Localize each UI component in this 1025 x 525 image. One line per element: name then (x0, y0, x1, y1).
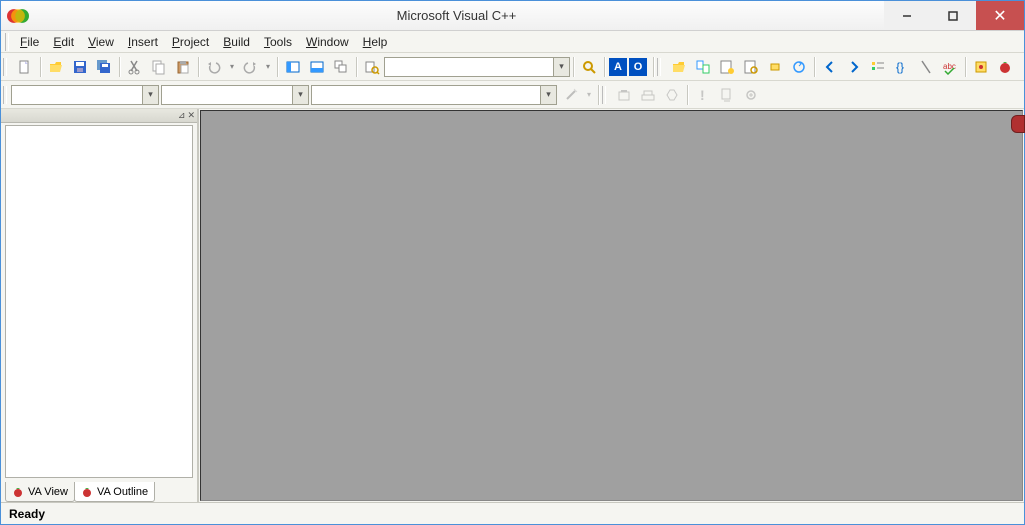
spellcheck-icon[interactable]: abc (939, 56, 961, 78)
main-area: ⊿ ✕ VA ViewVA Outline (1, 109, 1024, 502)
member-combo[interactable] (161, 85, 309, 105)
breakpoint-icon[interactable] (740, 84, 762, 106)
maximize-button[interactable] (930, 1, 976, 30)
status-text: Ready (9, 507, 45, 521)
va-refactor-icon[interactable] (788, 56, 810, 78)
toolbar-grip[interactable] (3, 58, 7, 76)
va-find-references-icon[interactable] (716, 56, 738, 78)
toolbar-main: ▾ ▾ A O {} abc (1, 53, 1024, 81)
toolbar-grip[interactable] (602, 86, 606, 104)
function-combo[interactable] (311, 85, 557, 105)
go-icon[interactable] (716, 84, 738, 106)
new-file-icon[interactable] (14, 56, 36, 78)
tomato-icon (12, 486, 24, 498)
svg-text:{}: {} (896, 60, 904, 74)
menu-tools[interactable]: Tools (257, 33, 299, 51)
menu-view[interactable]: View (81, 33, 121, 51)
status-bar: Ready (1, 502, 1024, 524)
toolbar-grip[interactable] (3, 86, 7, 104)
window-controls: ✕ (884, 1, 1024, 30)
menu-project[interactable]: Project (165, 33, 216, 51)
copy-icon[interactable] (148, 56, 170, 78)
title-bar: Microsoft Visual C++ ✕ (1, 1, 1024, 31)
side-panel: ⊿ ✕ VA ViewVA Outline (1, 109, 199, 502)
redo-icon[interactable] (239, 56, 261, 78)
redo-drop-icon[interactable]: ▾ (263, 56, 273, 78)
paste-icon[interactable] (172, 56, 194, 78)
close-button[interactable]: ✕ (976, 1, 1024, 30)
va-header-source-icon[interactable] (692, 56, 714, 78)
minimize-button[interactable] (884, 1, 930, 30)
wizard-drop-icon[interactable]: ▾ (584, 84, 594, 106)
letter-o-box[interactable]: O (629, 58, 647, 76)
cut-icon[interactable] (124, 56, 146, 78)
va-find-symbol-icon[interactable] (740, 56, 762, 78)
window-list-icon[interactable] (330, 56, 352, 78)
menu-insert[interactable]: Insert (121, 33, 165, 51)
va-outline-icon[interactable] (867, 56, 889, 78)
panel-tabs: VA ViewVA Outline (1, 480, 197, 502)
panel-content[interactable] (5, 125, 193, 478)
toolbar-grip[interactable] (657, 58, 661, 76)
workspace-icon[interactable] (282, 56, 304, 78)
open-icon[interactable] (45, 56, 67, 78)
save-icon[interactable] (69, 56, 91, 78)
divider-icon[interactable] (915, 56, 937, 78)
menu-window[interactable]: Window (299, 33, 356, 51)
tomato-icon (81, 486, 93, 498)
edge-tab[interactable] (1011, 115, 1025, 133)
undo-drop-icon[interactable]: ▾ (227, 56, 237, 78)
toolbar-secondary: ▾ ! (1, 81, 1024, 109)
save-all-icon[interactable] (93, 56, 115, 78)
window-title: Microsoft Visual C++ (29, 8, 884, 23)
nav-forward-icon[interactable] (843, 56, 865, 78)
nav-back-icon[interactable] (819, 56, 841, 78)
find-icon[interactable] (578, 56, 600, 78)
compile-icon[interactable] (613, 84, 635, 106)
tab-va-outline[interactable]: VA Outline (74, 482, 155, 502)
panel-pin-icon[interactable]: ⊿ (178, 110, 186, 121)
menu-build[interactable]: Build (216, 33, 257, 51)
va-context-icon[interactable] (764, 56, 786, 78)
menu-file[interactable]: File (13, 33, 46, 51)
output-icon[interactable] (306, 56, 328, 78)
va-open-file-icon[interactable] (668, 56, 690, 78)
braces-icon[interactable]: {} (891, 56, 913, 78)
letter-a-box[interactable]: A (609, 58, 627, 76)
mdi-client-area[interactable] (200, 110, 1023, 501)
toolbar-grip[interactable] (5, 33, 9, 51)
app-icon (7, 5, 29, 27)
svg-text:!: ! (700, 87, 705, 103)
menu-items: FileEditViewInsertProjectBuildToolsWindo… (13, 33, 394, 51)
tomato-icon[interactable] (994, 56, 1016, 78)
tab-va-view[interactable]: VA View (5, 482, 75, 502)
menu-edit[interactable]: Edit (46, 33, 81, 51)
menu-help[interactable]: Help (356, 33, 395, 51)
find-in-files-icon[interactable] (361, 56, 383, 78)
va-options-icon[interactable] (970, 56, 992, 78)
build-toolbar: ! (610, 83, 765, 107)
stop-build-icon[interactable] (661, 84, 683, 106)
find-combo[interactable] (384, 57, 570, 77)
panel-header: ⊿ ✕ (1, 109, 197, 123)
menu-bar: FileEditViewInsertProjectBuildToolsWindo… (1, 31, 1024, 53)
class-combo[interactable] (11, 85, 159, 105)
wizard-icon[interactable] (560, 84, 582, 106)
build-icon[interactable] (637, 84, 659, 106)
execute-icon[interactable]: ! (692, 84, 714, 106)
svg-text:abc: abc (943, 62, 956, 71)
undo-icon[interactable] (203, 56, 225, 78)
va-toolbar: {} abc (665, 55, 1019, 79)
panel-close-icon[interactable]: ✕ (187, 110, 195, 121)
